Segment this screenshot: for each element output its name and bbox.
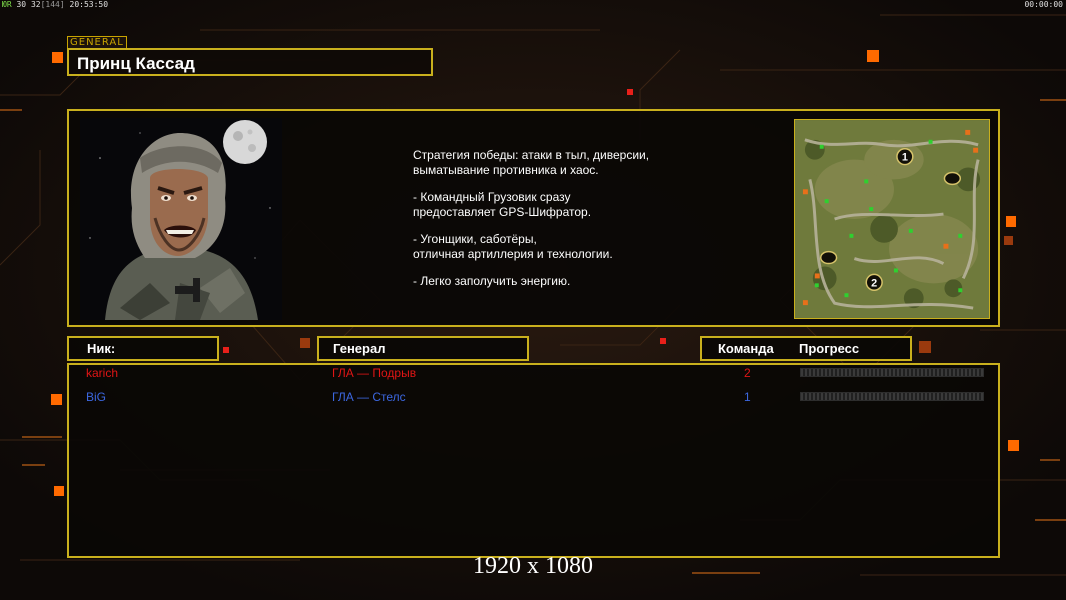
header-nick: Ник: [67, 336, 219, 361]
spawn-label-1: 1 [902, 152, 908, 164]
hud-tag: ЮR [2, 0, 12, 9]
hud-clock: 20:53:50 [69, 0, 109, 9]
header-general: Генерал [317, 336, 529, 361]
player-team: 2 [744, 366, 751, 380]
header-team-label: Команда [718, 341, 774, 356]
player-team: 1 [744, 390, 751, 404]
general-name: Принц Кассад [77, 54, 195, 73]
header-general-label: Генерал [333, 341, 386, 356]
player-progress-bar [800, 368, 984, 377]
header-nick-label: Ник: [87, 341, 116, 356]
general-portrait [80, 118, 282, 320]
player-general: ГЛА — Подрыв [332, 366, 417, 380]
hud-value-2: 32 [30, 0, 41, 9]
moon-icon [223, 120, 267, 164]
hud-value-1: 30 [16, 0, 27, 9]
player-progress-bar [800, 392, 984, 401]
strategy-line-2: - Командный Грузовик сразу предоставляет… [413, 190, 592, 219]
map-preview[interactable]: 1 2 [794, 119, 990, 319]
strategy-line-3: - Угонщики, саботёры, отличная артиллери… [413, 232, 613, 261]
general-name-box: Принц Кассад [67, 48, 433, 76]
hud-stats: ЮR 30 32[144] 20:53:50 [2, 0, 108, 9]
player-nick: BiG [86, 390, 107, 404]
strategy-text: Стратегия победы: атаки в тыл, диверсии,… [413, 148, 713, 301]
spawn-marker-1: 1 [896, 147, 914, 166]
header-team-progress: Команда Прогресс [700, 336, 912, 361]
spawn-marker-2: 2 [865, 273, 883, 292]
resolution-label: 1920 x 1080 [473, 553, 593, 579]
player-nick: karich [86, 366, 119, 380]
hud-value-3: [144] [40, 0, 65, 9]
strategy-line-4: - Легко заполучить энергию. [413, 274, 571, 288]
player-general: ГЛА — Стелс [332, 390, 406, 404]
hud-timer: 00:00:00 [1024, 0, 1063, 9]
spawn-label-2: 2 [871, 277, 877, 289]
strategy-line-1: Стратегия победы: атаки в тыл, диверсии,… [413, 148, 650, 177]
header-progress-label: Прогресс [799, 341, 860, 356]
